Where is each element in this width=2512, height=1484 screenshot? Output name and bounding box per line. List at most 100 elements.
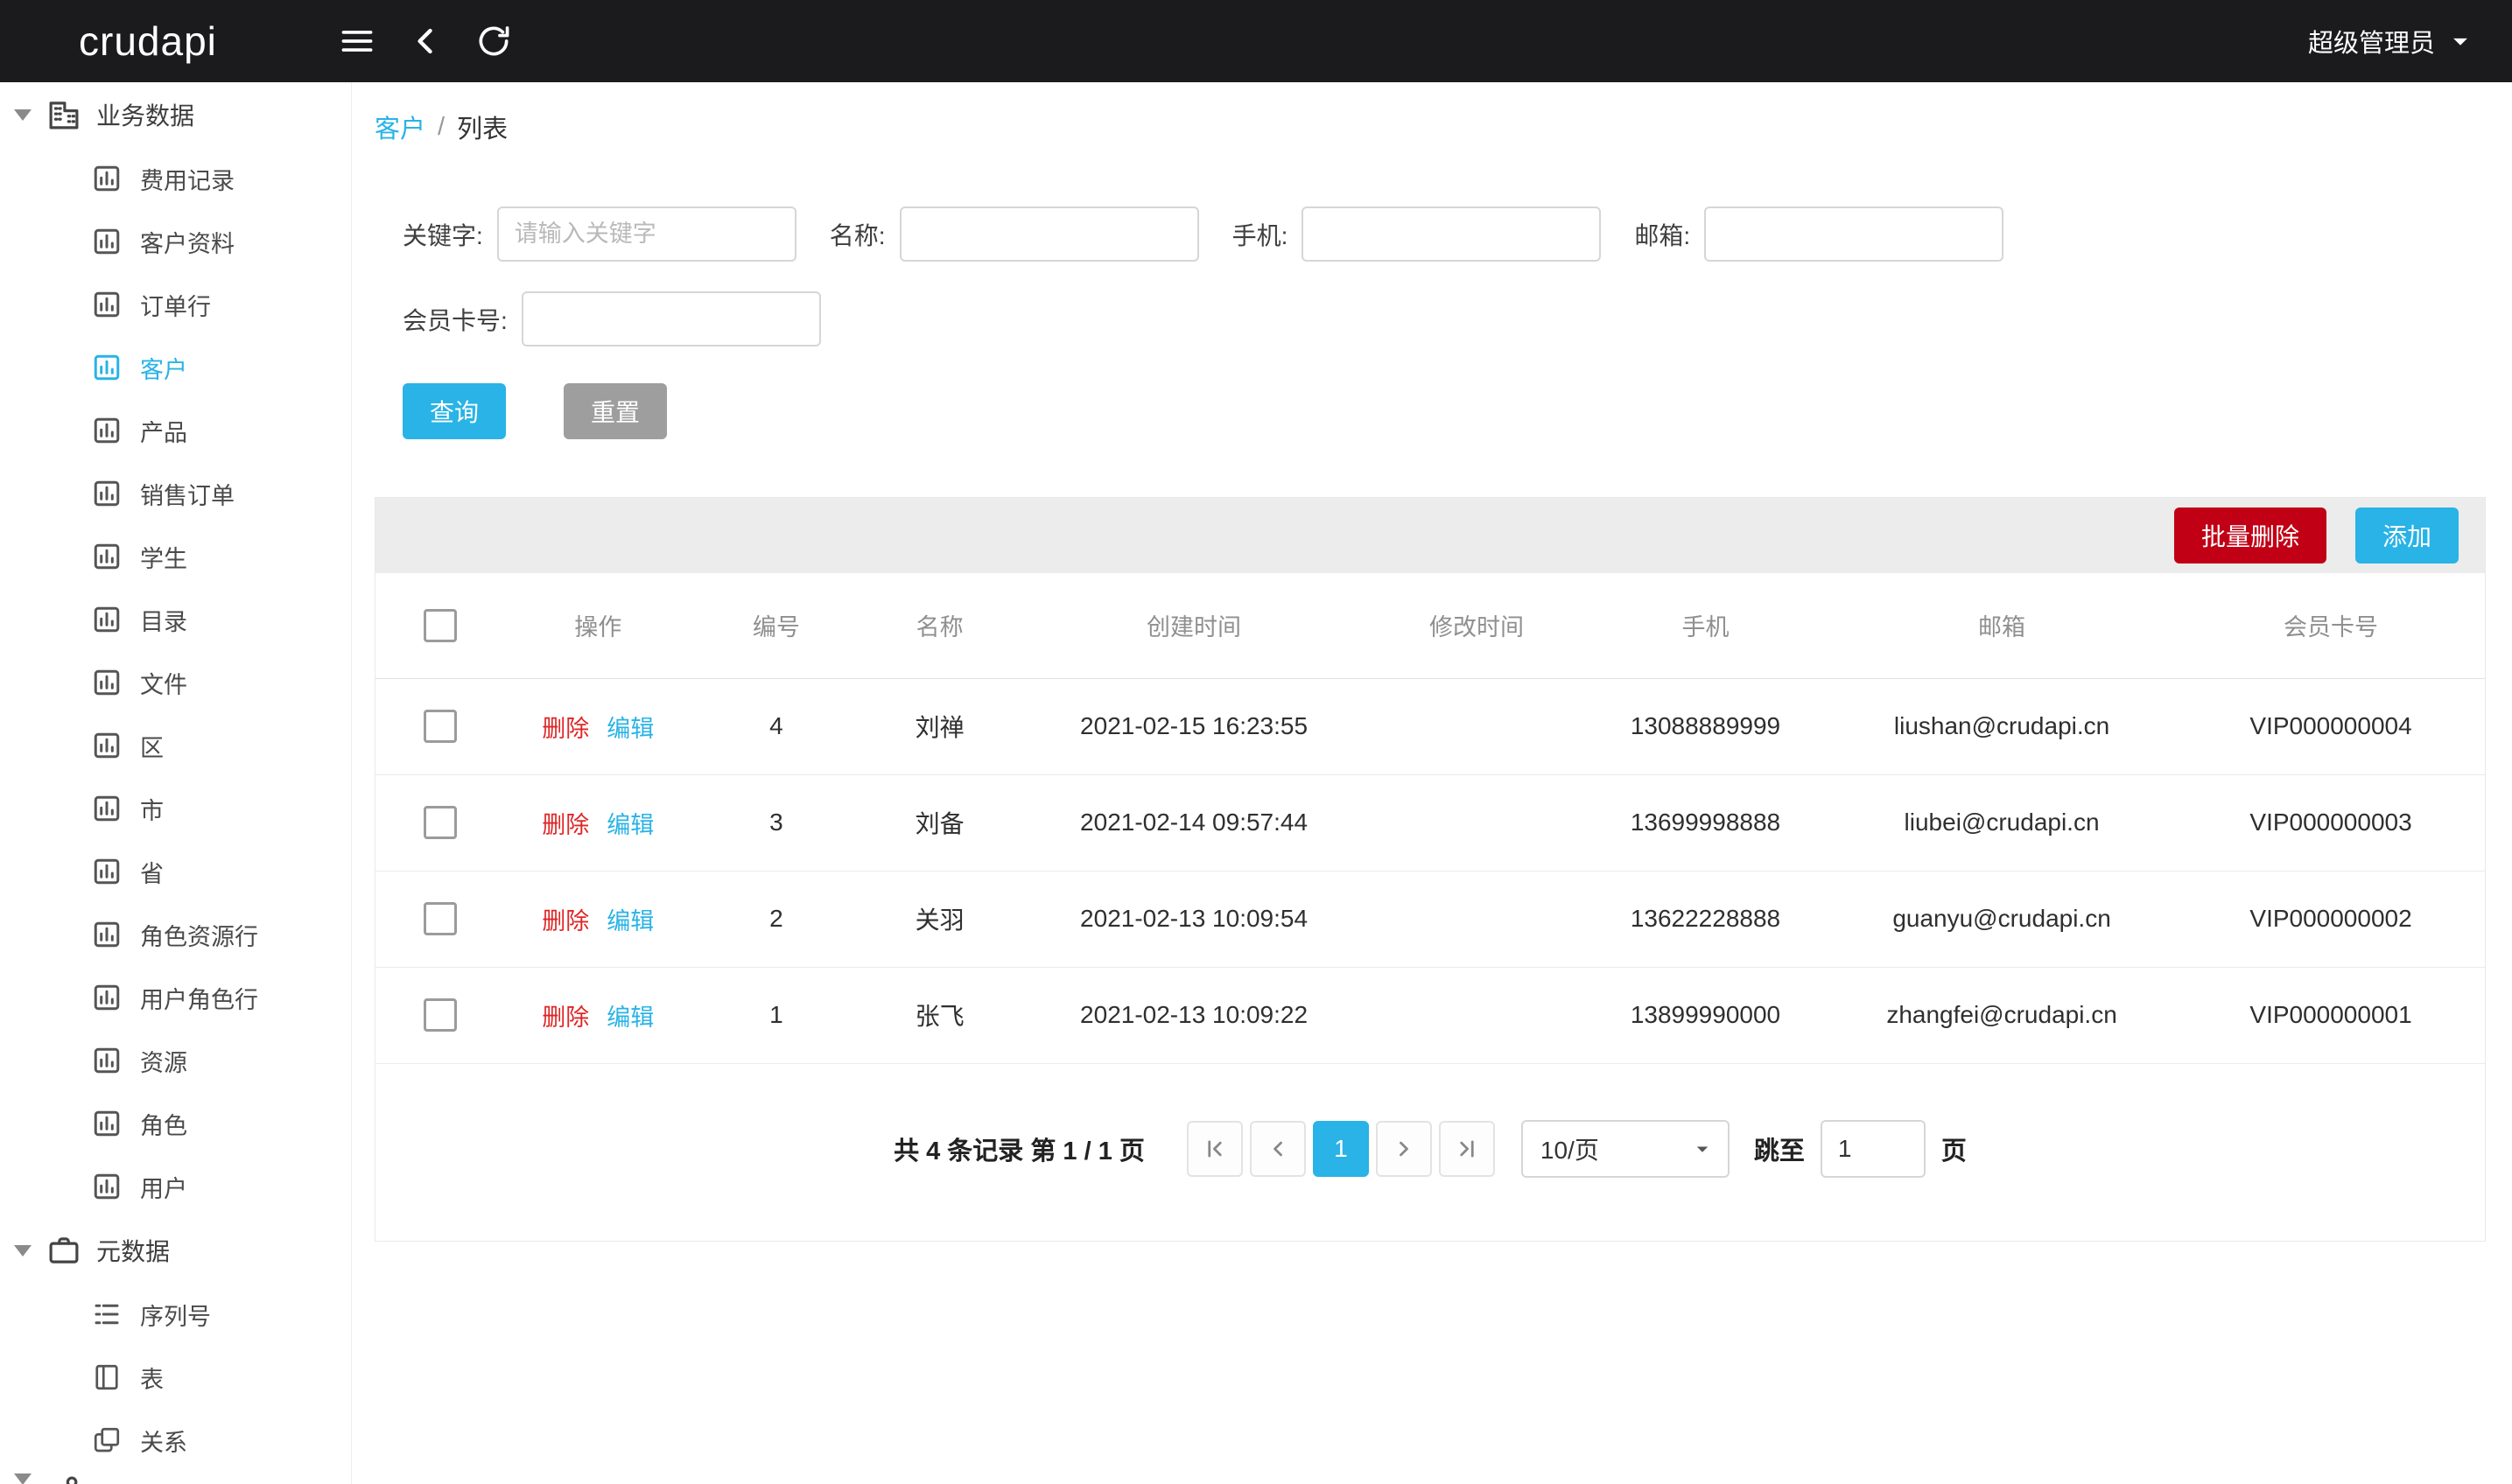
bar-chart-icon <box>91 478 123 509</box>
cell-modified <box>1369 678 1584 775</box>
share-icon <box>46 1474 82 1484</box>
cell-email: liubei@crudapi.cn <box>1827 774 2178 872</box>
sidebar-item[interactable]: 省 <box>0 840 351 903</box>
app-logo[interactable]: crudapi <box>79 18 217 65</box>
sidebar-item[interactable]: 角色资源行 <box>0 903 351 966</box>
sidebar-item[interactable]: 产品 <box>0 399 351 462</box>
table-card: 批量删除 添加 操作 编号 名称 创建时间 修改时间 手机 邮箱 会员卡号 删除 编辑 4 刘禅 20… <box>375 497 2486 1242</box>
sidebar-item[interactable]: 客户资料 <box>0 210 351 273</box>
cell-modified <box>1369 967 1584 1064</box>
jump-page-input[interactable] <box>1820 1119 1926 1178</box>
edit-link[interactable]: 编辑 <box>607 716 654 742</box>
sidebar-item[interactable]: 销售订单 <box>0 462 351 525</box>
sidebar-item[interactable]: 区 <box>0 714 351 777</box>
row-checkbox[interactable] <box>423 806 457 839</box>
cell-card: VIP000000001 <box>2177 967 2485 1064</box>
keyword-input[interactable] <box>496 206 796 262</box>
row-checkbox[interactable] <box>423 998 457 1032</box>
last-page-button[interactable] <box>1438 1120 1495 1177</box>
cell-phone: 13899990000 <box>1583 967 1828 1064</box>
sidebar-item-label: 市 <box>140 797 164 824</box>
table-row: 删除 编辑 3 刘备 2021-02-14 09:57:44 13699998888 liu… <box>375 774 2485 872</box>
sidebar-item[interactable]: 学生 <box>0 525 351 588</box>
sidebar-item[interactable]: 用户角色行 <box>0 966 351 1029</box>
phone-input[interactable] <box>1302 206 1602 262</box>
breadcrumb-customer-link[interactable]: 客户 <box>375 108 425 145</box>
column-header: 手机 <box>1583 573 1828 679</box>
sidebar-item[interactable]: 订单行 <box>0 273 351 336</box>
back-icon[interactable] <box>397 13 453 69</box>
row-checkbox[interactable] <box>423 710 457 743</box>
menu-icon[interactable] <box>329 13 385 69</box>
sidebar-item-label: 序列号 <box>140 1303 211 1330</box>
sidebar-item[interactable]: 客户 <box>0 336 351 399</box>
reset-button[interactable]: 重置 <box>564 383 668 439</box>
sidebar-group-header[interactable]: 业务数据 <box>0 82 351 147</box>
keyword-label: 关键字: <box>403 221 483 249</box>
row-checkbox[interactable] <box>423 902 457 935</box>
bar-chart-icon <box>91 919 123 950</box>
search-button[interactable]: 查询 <box>403 383 507 439</box>
sidebar-item[interactable]: 资源 <box>0 1029 351 1092</box>
delete-link[interactable]: 删除 <box>542 1004 589 1031</box>
card-label: 会员卡号: <box>403 306 508 334</box>
email-input[interactable] <box>1704 206 2004 262</box>
edit-link[interactable]: 编辑 <box>607 812 654 838</box>
sidebar-group-partial[interactable] <box>0 1472 351 1484</box>
sidebar-item-label: 角色资源行 <box>140 923 258 950</box>
email-label: 邮箱: <box>1634 221 1691 249</box>
edit-link[interactable]: 编辑 <box>607 1004 654 1031</box>
delete-link[interactable]: 删除 <box>542 812 589 838</box>
refresh-icon[interactable] <box>466 13 522 69</box>
bar-chart-icon <box>91 667 123 698</box>
sidebar: 业务数据 费用记录 客户资料 订单行 客户 产品 销售订单 学生 目录 文件区市省角色资源行 用户角… <box>0 82 352 1484</box>
user-menu[interactable]: 超级管理员 <box>2308 23 2477 60</box>
sidebar-item-label: 目录 <box>140 608 187 635</box>
column-header: 修改时间 <box>1369 573 1584 679</box>
sidebar-groups: 业务数据 费用记录 客户资料 订单行 客户 产品 销售订单 学生 目录 文件区市省角色资源行 用户角… <box>0 82 351 1472</box>
column-header: 邮箱 <box>1827 573 2178 679</box>
bar-chart-icon <box>91 289 123 320</box>
numbered-list-icon <box>91 1298 123 1330</box>
edit-link[interactable]: 编辑 <box>607 908 654 934</box>
first-page-button[interactable] <box>1186 1120 1243 1177</box>
sidebar-item[interactable]: 费用记录 <box>0 147 351 210</box>
cell-id: 4 <box>691 678 861 775</box>
current-page-button[interactable]: 1 <box>1312 1120 1369 1177</box>
sidebar-item-label: 费用记录 <box>140 167 235 194</box>
sidebar-item[interactable]: 表 <box>0 1346 351 1409</box>
prev-page-button[interactable] <box>1249 1120 1306 1177</box>
card-input[interactable] <box>521 291 821 346</box>
sidebar-item[interactable]: 文件 <box>0 651 351 714</box>
cell-phone: 13088889999 <box>1583 678 1828 775</box>
delete-link[interactable]: 删除 <box>542 716 589 742</box>
sidebar-item[interactable]: 角色 <box>0 1092 351 1155</box>
sidebar-item[interactable]: 序列号 <box>0 1283 351 1346</box>
select-all-checkbox[interactable] <box>423 608 457 642</box>
add-button[interactable]: 添加 <box>2354 508 2459 564</box>
breadcrumb-separator: / <box>438 112 446 141</box>
bar-chart-icon <box>91 226 123 257</box>
sidebar-item-label: 角色 <box>140 1112 187 1139</box>
sidebar-item[interactable]: 市 <box>0 777 351 840</box>
next-page-button[interactable] <box>1375 1120 1432 1177</box>
name-label: 名称: <box>829 221 886 249</box>
sidebar-item-label: 销售订单 <box>140 482 235 509</box>
caret-down-icon <box>1696 1146 1709 1152</box>
delete-link[interactable]: 删除 <box>542 908 589 934</box>
sidebar-item[interactable]: 目录 <box>0 588 351 651</box>
sidebar-item-label: 省 <box>140 860 164 887</box>
sidebar-item-label: 学生 <box>140 545 187 572</box>
sidebar-item-label: 订单行 <box>140 293 211 320</box>
sidebar-item[interactable]: 关系 <box>0 1409 351 1472</box>
batch-delete-button[interactable]: 批量删除 <box>2173 508 2326 564</box>
sidebar-group-header[interactable]: 元数据 <box>0 1218 351 1283</box>
sidebar-item-label: 客户 <box>140 356 187 383</box>
table-icon <box>91 1362 123 1393</box>
page-size-select[interactable]: 10/页 <box>1520 1119 1730 1178</box>
cell-created: 2021-02-13 10:09:54 <box>1019 871 1370 968</box>
sidebar-item-label: 用户角色行 <box>140 986 258 1013</box>
sidebar-item[interactable]: 用户 <box>0 1155 351 1218</box>
name-input[interactable] <box>899 206 1199 262</box>
filter-name: 名称: <box>830 206 1199 262</box>
